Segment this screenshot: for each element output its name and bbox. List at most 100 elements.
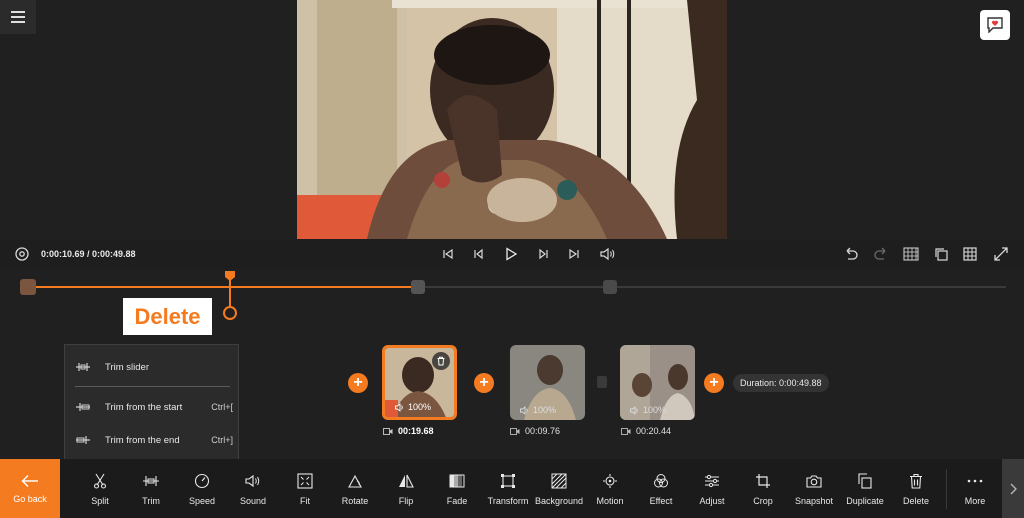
rotate-icon [346, 472, 364, 490]
transform-icon [499, 472, 517, 490]
video-camera-icon [383, 427, 393, 435]
more-dots-icon [966, 472, 984, 490]
volume-icon [520, 405, 528, 415]
effect-button[interactable]: Effect [636, 459, 686, 518]
clip-thumbnail[interactable]: 100% [510, 345, 585, 420]
clip-thumbnail[interactable]: 100% [620, 345, 695, 420]
more-button[interactable]: More [950, 459, 1000, 518]
clip-duration: 00:20.44 [621, 426, 671, 436]
scissors-icon [91, 472, 109, 490]
transform-button[interactable]: Transform [483, 459, 533, 518]
previous-frame-icon[interactable] [470, 246, 486, 262]
flip-button[interactable]: Flip [381, 459, 431, 518]
volume-icon [395, 402, 403, 412]
trim-icon [142, 472, 160, 490]
volume-icon[interactable] [600, 246, 616, 262]
adjust-button[interactable]: Adjust [687, 459, 737, 518]
effect-icon [652, 472, 670, 490]
video-camera-icon [510, 427, 520, 435]
checkerboard-icon[interactable] [903, 246, 919, 262]
skip-to-start-icon[interactable] [440, 246, 456, 262]
background-icon [550, 472, 568, 490]
clip-volume: 100% [520, 405, 556, 415]
trim-from-end-item[interactable]: Trim from the end Ctrl+] [75, 431, 233, 449]
trim-from-start-item[interactable]: Trim from the start Ctrl+[ [75, 398, 233, 416]
play-icon[interactable] [503, 246, 519, 262]
speed-button[interactable]: Speed [177, 459, 227, 518]
playhead-line [229, 279, 231, 307]
volume-icon [630, 405, 638, 415]
trim-menu-label: Trim from the start [105, 401, 183, 413]
crop-button[interactable]: Crop [738, 459, 788, 518]
clip-boundary-marker[interactable] [411, 280, 425, 294]
add-clip-button[interactable]: + [474, 373, 494, 393]
shortcut-label: Ctrl+[ [211, 402, 233, 412]
clip-start-thumbnail [20, 279, 36, 295]
video-camera-icon [621, 427, 631, 435]
go-back-button[interactable]: Go back [0, 459, 60, 518]
delete-clip-button[interactable] [432, 352, 450, 370]
grid-icon[interactable] [962, 246, 978, 262]
sound-button[interactable]: Sound [228, 459, 278, 518]
redo-icon[interactable] [873, 246, 889, 262]
fit-button[interactable]: Fit [280, 459, 330, 518]
playhead-knob[interactable] [223, 306, 237, 320]
camera-icon [805, 472, 823, 490]
motion-icon [601, 472, 619, 490]
speaker-icon [244, 472, 262, 490]
trim-slider-icon [75, 362, 93, 372]
fullscreen-icon[interactable] [993, 246, 1009, 262]
skip-to-end-icon[interactable] [566, 246, 582, 262]
shortcut-label: Ctrl+] [211, 435, 233, 445]
add-clip-button[interactable]: + [704, 373, 724, 393]
motion-button[interactable]: Motion [585, 459, 635, 518]
copy-layout-icon[interactable] [933, 246, 949, 262]
feedback-icon[interactable] [980, 10, 1010, 40]
duplicate-icon [856, 472, 874, 490]
clip-duration: 00:09.76 [510, 426, 560, 436]
clip-volume: 100% [630, 405, 666, 415]
menu-divider [75, 386, 230, 387]
add-clip-button[interactable]: + [348, 373, 368, 393]
menu-icon[interactable] [0, 0, 36, 34]
delete-annotation: Delete [123, 298, 212, 335]
clip-thumbnail[interactable]: 100% [382, 345, 457, 420]
crop-icon [754, 472, 772, 490]
rotate-button[interactable]: Rotate [330, 459, 380, 518]
duplicate-button[interactable]: Duplicate [840, 459, 890, 518]
total-duration: Duration: 0:00:49.88 [733, 374, 829, 392]
undo-icon[interactable] [843, 246, 859, 262]
back-arrow-icon [21, 474, 38, 487]
trim-menu-label: Trim from the end [105, 434, 180, 446]
clip-volume: 100% [395, 402, 431, 412]
background-button[interactable]: Background [534, 459, 584, 518]
timecode: 0:00:10.69 / 0:00:49.88 [41, 249, 136, 259]
trash-icon [907, 472, 925, 490]
settings-gear-icon[interactable] [14, 246, 30, 262]
trim-end-icon [75, 435, 93, 445]
next-frame-icon[interactable] [536, 246, 552, 262]
trim-menu: Trim slider Trim from the start Ctrl+[ T… [64, 344, 239, 462]
trim-button[interactable]: Trim [126, 459, 176, 518]
fade-icon [448, 472, 466, 490]
chevron-right-icon [1010, 483, 1017, 494]
scroll-right-button[interactable] [1002, 459, 1024, 518]
trim-start-icon [75, 402, 93, 412]
toolbar-divider [946, 469, 947, 509]
snapshot-button[interactable]: Snapshot [789, 459, 839, 518]
edit-toolbar: Go back Split Trim Speed Sound Fit Rotat… [0, 459, 1024, 518]
trim-menu-label: Trim slider [105, 361, 149, 373]
transition-marker[interactable] [597, 376, 607, 388]
sliders-icon [703, 472, 721, 490]
delete-button[interactable]: Delete [891, 459, 941, 518]
video-editor: 0:00:10.69 / 0:00:49.88 Delete Trim slid… [0, 0, 1024, 518]
trim-slider-item[interactable]: Trim slider [75, 358, 233, 376]
slider-progress [34, 286, 418, 288]
clip-boundary-marker[interactable] [603, 280, 617, 294]
flip-icon [397, 472, 415, 490]
clip-duration: 00:19.68 [383, 426, 434, 436]
player-controls: 0:00:10.69 / 0:00:49.88 [0, 239, 1024, 269]
fade-button[interactable]: Fade [432, 459, 482, 518]
split-button[interactable]: Split [75, 459, 125, 518]
speedometer-icon [193, 472, 211, 490]
